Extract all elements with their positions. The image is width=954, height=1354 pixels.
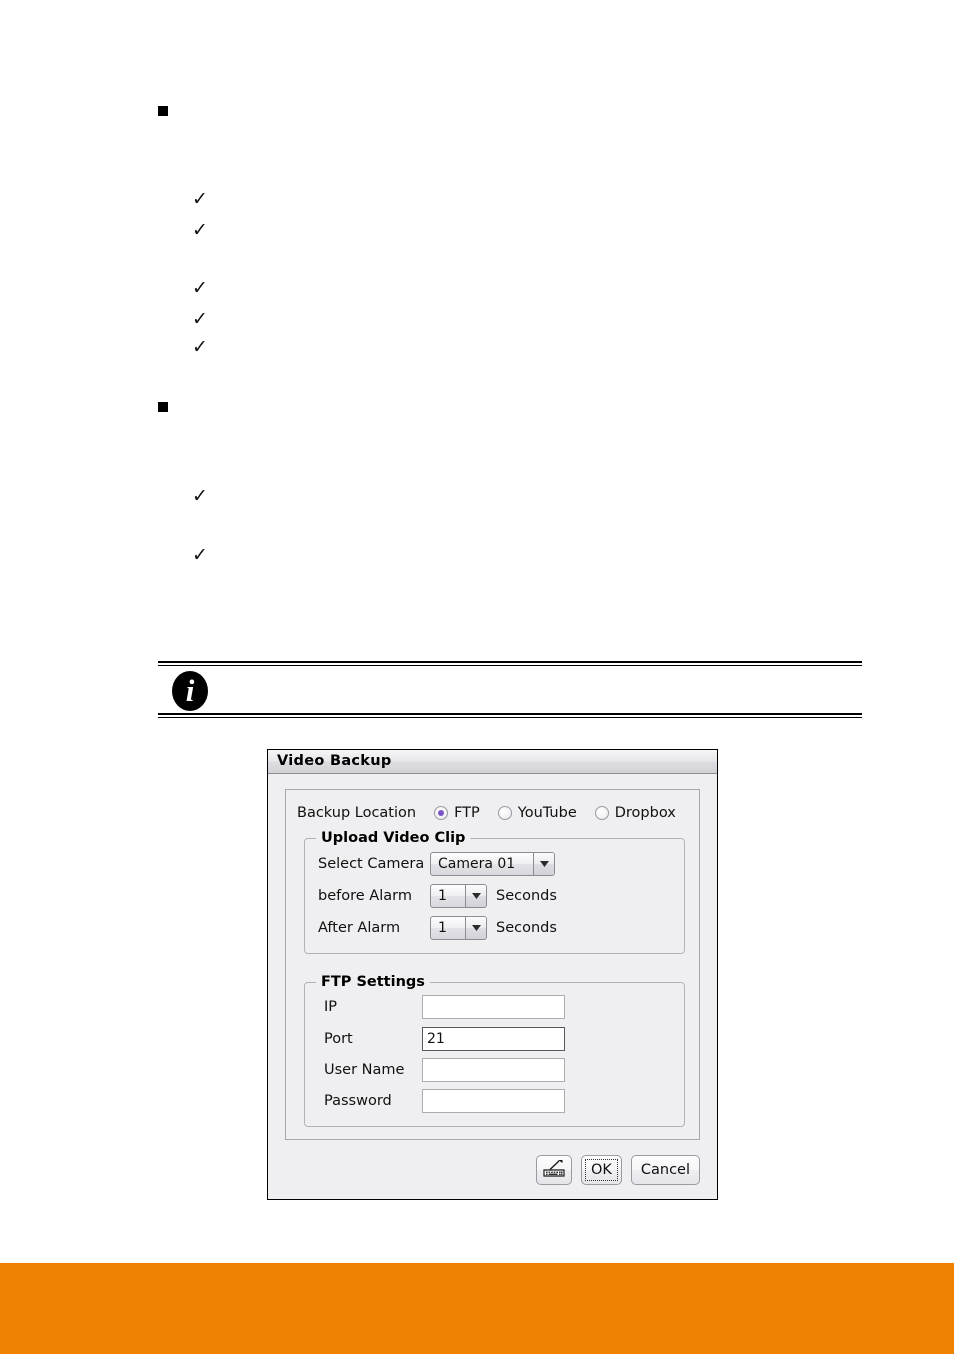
dialog-button-bar: OK Cancel bbox=[535, 1155, 700, 1185]
check-1: ✓ bbox=[192, 188, 208, 210]
note-rule-bottom-outer bbox=[158, 717, 862, 718]
select-camera-label: Select Camera bbox=[318, 856, 425, 872]
bullet-2 bbox=[158, 402, 168, 412]
check-6: ✓ bbox=[192, 485, 208, 507]
ftp-ip-row: IP bbox=[324, 994, 565, 1020]
note-rule-bottom-inner bbox=[158, 713, 862, 715]
ftp-username-input[interactable] bbox=[422, 1058, 565, 1082]
ftp-password-label: Password bbox=[324, 1093, 392, 1109]
cancel-button[interactable]: Cancel bbox=[630, 1155, 700, 1185]
ftp-password-row: Password bbox=[324, 1088, 565, 1114]
ftp-settings-group: FTP Settings IP Port 21 User Name Passwo… bbox=[304, 974, 685, 1127]
before-alarm-row: before Alarm 1 Seconds bbox=[318, 883, 557, 909]
radio-youtube-label: YouTube bbox=[517, 805, 577, 821]
select-camera-value: Camera 01 bbox=[438, 856, 516, 872]
ok-button-label: OK bbox=[590, 1162, 612, 1178]
after-alarm-label: After Alarm bbox=[318, 920, 401, 936]
backup-location-radio-group: FTP YouTube Dropbox bbox=[416, 805, 676, 821]
upload-video-clip-group: Upload Video Clip Select Camera Camera 0… bbox=[304, 830, 685, 954]
radio-dropbox-label: Dropbox bbox=[614, 805, 676, 821]
before-alarm-value: 1 bbox=[438, 888, 447, 904]
check-2: ✓ bbox=[192, 219, 208, 241]
select-camera-dropdown[interactable]: Camera 01 bbox=[430, 852, 555, 876]
dialog-content-panel: Backup Location FTP YouTube Dropbox Uplo… bbox=[285, 789, 700, 1140]
before-alarm-dropdown[interactable]: 1 bbox=[430, 884, 487, 908]
ftp-port-input[interactable]: 21 bbox=[422, 1027, 565, 1051]
dialog-body: Backup Location FTP YouTube Dropbox Uplo… bbox=[268, 774, 717, 1199]
after-alarm-dropdown[interactable]: 1 bbox=[430, 916, 487, 940]
ftp-password-input[interactable] bbox=[422, 1089, 565, 1113]
radio-youtube[interactable]: YouTube bbox=[497, 805, 577, 821]
ftp-username-row: User Name bbox=[324, 1057, 565, 1083]
ftp-port-row: Port 21 bbox=[324, 1026, 565, 1052]
chevron-down-icon[interactable] bbox=[465, 885, 486, 907]
note-callout: i bbox=[158, 661, 862, 719]
chevron-down-icon[interactable] bbox=[465, 917, 486, 939]
backup-location-label: Backup Location bbox=[297, 805, 417, 821]
footer-band bbox=[0, 1263, 954, 1354]
radio-dropbox-indicator[interactable] bbox=[594, 806, 609, 820]
check-4: ✓ bbox=[192, 308, 208, 330]
after-alarm-row: After Alarm 1 Seconds bbox=[318, 915, 557, 941]
before-alarm-label: before Alarm bbox=[318, 888, 412, 904]
note-rule-top-outer bbox=[158, 661, 862, 663]
chevron-down-icon[interactable] bbox=[533, 853, 554, 875]
ftp-ip-input[interactable] bbox=[422, 995, 565, 1019]
before-alarm-unit: Seconds bbox=[496, 888, 557, 904]
after-alarm-unit: Seconds bbox=[496, 920, 557, 936]
check-5: ✓ bbox=[192, 336, 208, 358]
ftp-port-label: Port bbox=[324, 1031, 353, 1047]
radio-youtube-indicator[interactable] bbox=[497, 806, 512, 820]
ftp-username-label: User Name bbox=[324, 1062, 405, 1078]
radio-ftp-indicator[interactable] bbox=[434, 806, 449, 820]
radio-ftp-label: FTP bbox=[454, 805, 480, 821]
ftp-settings-group-title: FTP Settings bbox=[316, 974, 430, 990]
backup-location-row: Backup Location FTP YouTube Dropbox bbox=[297, 802, 676, 824]
virtual-keyboard-button[interactable] bbox=[535, 1155, 572, 1185]
keyboard-icon bbox=[542, 1159, 566, 1181]
cancel-button-label: Cancel bbox=[640, 1162, 690, 1178]
after-alarm-value: 1 bbox=[438, 920, 447, 936]
radio-dropbox[interactable]: Dropbox bbox=[594, 805, 676, 821]
select-camera-row: Select Camera Camera 01 bbox=[318, 851, 555, 877]
check-7: ✓ bbox=[192, 544, 208, 566]
upload-video-clip-group-title: Upload Video Clip bbox=[316, 830, 471, 846]
info-icon: i bbox=[172, 671, 208, 711]
ok-button[interactable]: OK bbox=[580, 1155, 622, 1185]
radio-ftp[interactable]: FTP bbox=[434, 805, 480, 821]
ftp-ip-label: IP bbox=[324, 999, 338, 1015]
dialog-titlebar: Video Backup bbox=[268, 750, 717, 774]
bullet-1 bbox=[158, 106, 168, 116]
check-3: ✓ bbox=[192, 277, 208, 299]
note-rule-top-inner bbox=[158, 665, 862, 666]
video-backup-dialog: Video Backup Backup Location FTP YouTube bbox=[267, 749, 718, 1200]
dialog-title: Video Backup bbox=[277, 753, 392, 769]
